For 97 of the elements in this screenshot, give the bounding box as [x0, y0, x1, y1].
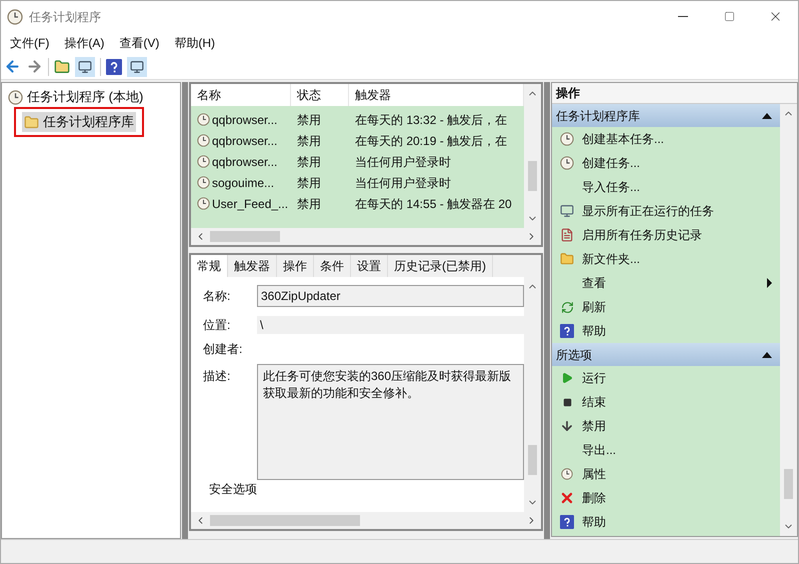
tree-item[interactable]: 任务计划程序 (本地)	[6, 87, 146, 107]
table-cell-text: 在每天的 20:19 - 触发后，在	[354, 132, 508, 150]
menu-item[interactable]: 查看(V)	[113, 34, 166, 52]
action-item[interactable]: 结束	[552, 390, 780, 414]
minimize-icon	[678, 16, 688, 17]
horizontal-scrollbar[interactable]	[191, 512, 541, 529]
maximize-icon	[724, 11, 734, 22]
vertical-scrollbar[interactable]	[524, 84, 541, 228]
action-pane-button[interactable]	[127, 56, 147, 76]
pane-title: 操作	[552, 83, 797, 104]
table-cell-text: 当任何用户登录时	[354, 174, 452, 192]
window-icon	[130, 60, 144, 74]
scroll-thumb[interactable]	[528, 445, 537, 475]
clock-icon	[197, 134, 210, 147]
table-cell-text: 禁用	[296, 154, 322, 170]
up-folder-button[interactable]	[54, 58, 70, 74]
action-item[interactable]: 帮助	[552, 319, 780, 343]
folder-icon	[24, 114, 39, 130]
collapse-icon	[762, 112, 772, 118]
table-cell-text: 在每天的 14:55 - 触发器在 20	[354, 196, 513, 212]
table-cell: User_Feed_...	[191, 194, 291, 212]
monitor-icon	[560, 204, 574, 218]
back-arrow-icon	[4, 58, 21, 75]
action-item[interactable]: 禁用	[552, 414, 780, 438]
window-icon	[78, 60, 92, 74]
action-item[interactable]: 新文件夹...	[552, 247, 780, 271]
table-cell-text: 禁用	[296, 132, 322, 150]
action-item[interactable]: 运行	[552, 366, 780, 390]
field-label: 创建者:	[202, 341, 242, 358]
group-header[interactable]: 所选项	[552, 343, 780, 366]
table-cell: qqbrowser...	[191, 132, 291, 150]
table-cell-text: 当任何用户登录时	[354, 154, 452, 170]
vertical-scrollbar[interactable]	[780, 104, 797, 536]
stop-icon	[562, 398, 572, 406]
description-text: 此任务可使您安装的360压缩能及时获得最新版	[263, 368, 512, 385]
table-cell-text: 禁用	[296, 112, 322, 128]
delete-icon	[559, 490, 575, 506]
forward-arrow-icon	[26, 58, 43, 75]
action-item[interactable]: 删除	[552, 486, 780, 510]
description-text: 获取最新的功能和安全修补。	[263, 385, 420, 402]
scroll-thumb[interactable]	[210, 231, 280, 242]
scroll-thumb[interactable]	[210, 515, 360, 526]
description-field[interactable]: 此任务可使您安装的360压缩能及时获得最新版 获取最新的功能和安全修补。	[257, 364, 524, 480]
forward-button[interactable]	[26, 58, 43, 75]
tab[interactable]: 常规	[191, 255, 228, 277]
table-cell: qqbrowser...	[191, 110, 291, 128]
field-label: 描述:	[202, 368, 232, 385]
table-cell-text: 禁用	[296, 196, 322, 212]
action-item[interactable]: 导出...	[552, 438, 780, 462]
clock-icon	[8, 90, 23, 104]
help-icon	[106, 58, 122, 74]
clock-icon	[560, 156, 574, 170]
clock-icon	[197, 197, 210, 210]
table-cell-text: 在每天的 13:32 - 触发后，在	[354, 112, 508, 128]
table-cell: sogouime...	[191, 174, 291, 192]
menu-item[interactable]: 文件(F)	[4, 34, 56, 52]
action-item[interactable]: 属性	[552, 462, 780, 486]
help-icon	[560, 515, 574, 529]
action-item[interactable]: 创建任务...	[552, 151, 780, 175]
clock-icon	[197, 155, 210, 168]
tree-item[interactable]: 任务计划程序库	[22, 112, 136, 132]
action-item[interactable]: 刷新	[552, 295, 780, 319]
window-title: 任务计划程序	[29, 8, 101, 26]
refresh-icon	[560, 300, 574, 314]
menu-item[interactable]: 操作(A)	[58, 34, 110, 52]
play-icon	[561, 372, 573, 384]
table-cell-text: 禁用	[296, 174, 322, 192]
app-icon	[7, 8, 23, 24]
clock-icon	[560, 132, 574, 146]
scroll-thumb[interactable]	[528, 161, 537, 191]
group-header[interactable]: 任务计划程序库	[552, 104, 780, 127]
action-item[interactable]: 显示所有正在运行的任务	[552, 199, 780, 223]
table-cell: qqbrowser...	[191, 152, 291, 170]
help-button[interactable]	[106, 58, 122, 74]
menu-item[interactable]: 帮助(H)	[168, 34, 221, 52]
action-item[interactable]: 导入任务...	[552, 175, 780, 199]
action-item[interactable]: 帮助	[552, 510, 780, 534]
clock-icon	[561, 468, 573, 480]
collapse-icon	[762, 352, 772, 358]
back-button[interactable]	[4, 58, 21, 75]
section-label: 安全选项	[208, 482, 257, 496]
field-label: 位置:	[202, 317, 232, 334]
action-item[interactable]: 创建基本任务...	[552, 127, 780, 151]
horizontal-scrollbar[interactable]	[191, 228, 541, 245]
name-field[interactable]: 360ZipUpdater	[257, 285, 524, 307]
help-icon	[560, 324, 574, 338]
location-field: \	[257, 316, 524, 334]
clock-icon	[197, 176, 210, 189]
field-label: 名称:	[202, 288, 232, 305]
document-icon	[560, 228, 574, 242]
clock-icon	[197, 113, 210, 126]
console-tree-button[interactable]	[75, 56, 95, 76]
action-item[interactable]: 启用所有任务历史记录	[552, 223, 780, 247]
scroll-thumb[interactable]	[784, 469, 793, 499]
action-item[interactable]: 查看	[552, 271, 780, 295]
folder-icon	[560, 252, 574, 266]
folder-icon	[54, 58, 70, 74]
